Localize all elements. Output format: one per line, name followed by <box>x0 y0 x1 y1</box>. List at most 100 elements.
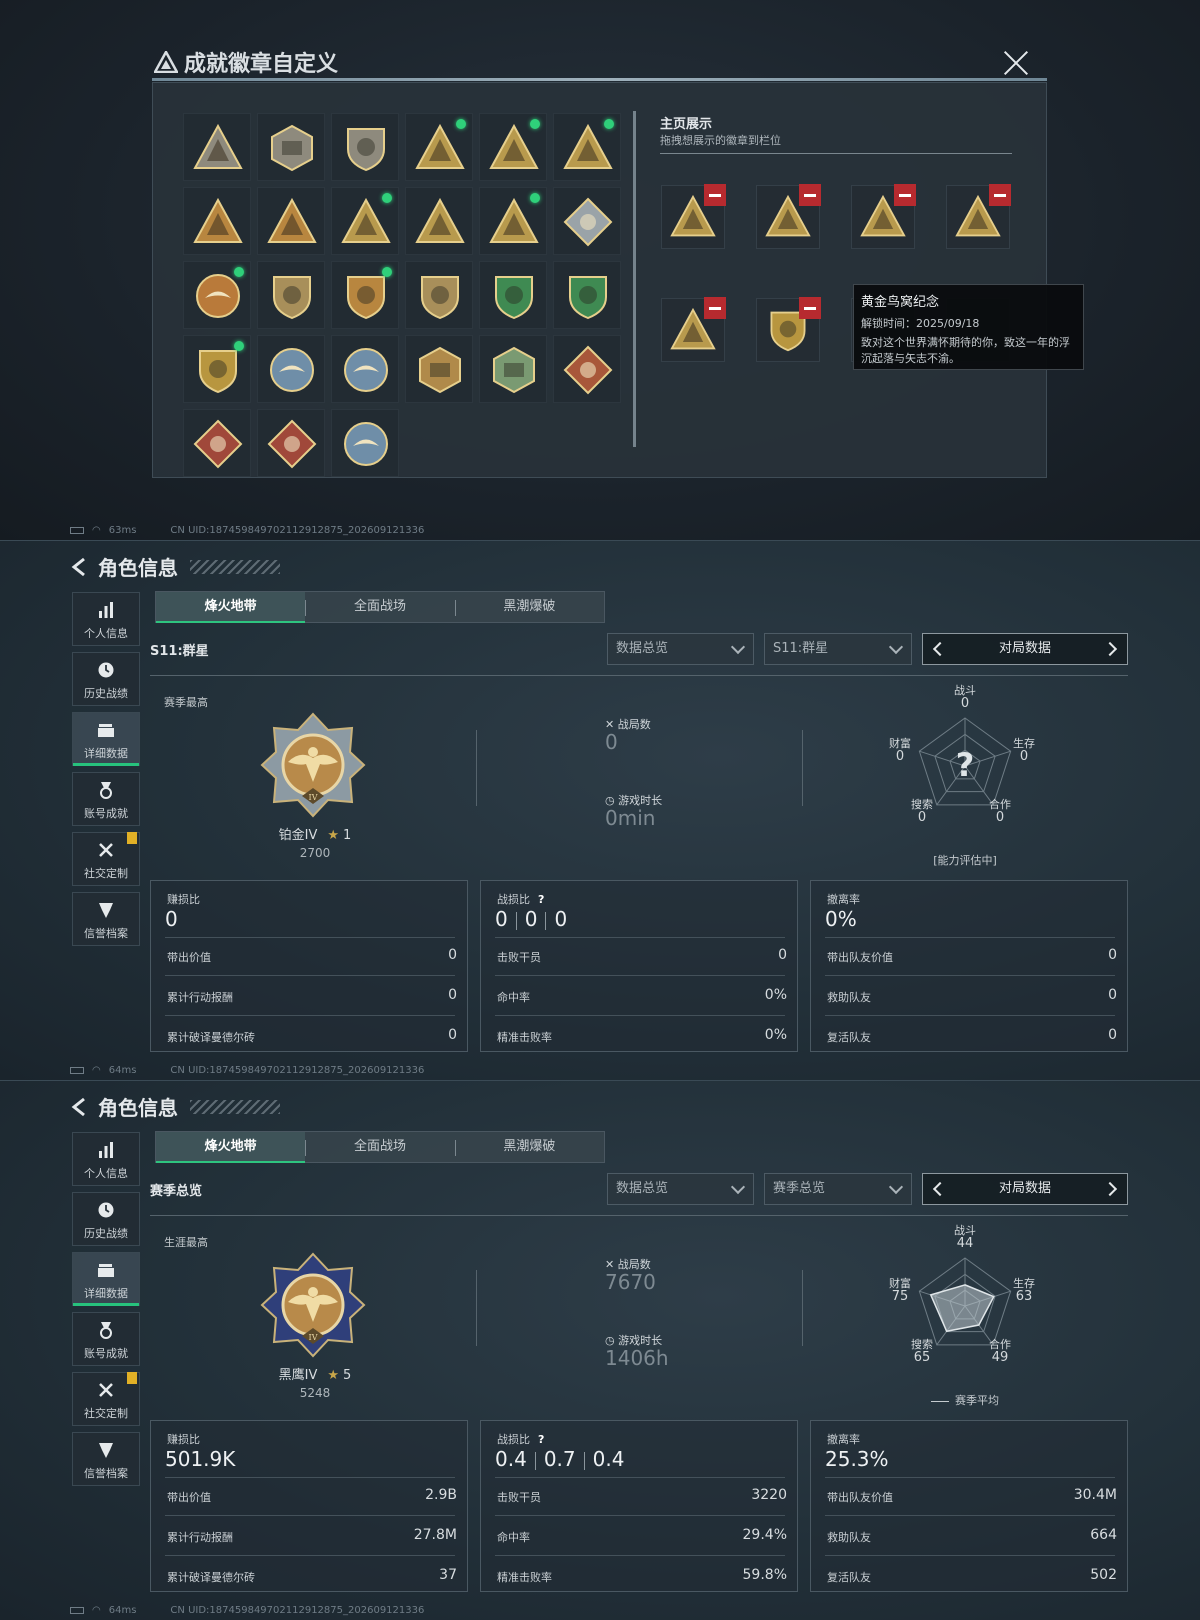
badge-cell[interactable] <box>405 261 473 329</box>
badge-cell[interactable] <box>479 187 547 255</box>
help-icon[interactable]: ? <box>538 1433 544 1446</box>
badge-cell[interactable] <box>183 187 251 255</box>
tab-full-battlefield[interactable]: 全面战场 <box>305 1132 454 1162</box>
remove-badge-button[interactable] <box>799 184 821 206</box>
badge-cell[interactable] <box>183 335 251 403</box>
page-title: 角色信息 <box>98 556 178 580</box>
remove-badge-button[interactable] <box>894 184 916 206</box>
triangle-emblem-icon <box>193 123 243 169</box>
badge-cell[interactable] <box>405 187 473 255</box>
sidebar-item-profile[interactable]: 个人信息 <box>72 592 140 646</box>
remove-badge-button[interactable] <box>799 297 821 319</box>
status-bar: ◠ 64ms CN UID:1874598497021129128​75_202… <box>70 1065 424 1076</box>
close-icon[interactable] <box>1003 50 1029 76</box>
stat-label: 击败干员 <box>497 1491 541 1504</box>
sidebar-item-credit[interactable]: 信誉档案 <box>72 892 140 946</box>
badge-cell[interactable] <box>331 187 399 255</box>
badge-cell[interactable] <box>183 261 251 329</box>
chevron-right-icon[interactable] <box>1102 1181 1118 1197</box>
badge-cell[interactable] <box>257 261 325 329</box>
badge-cell[interactable] <box>257 409 325 477</box>
badge-cell[interactable] <box>183 113 251 181</box>
kd-values: 0.4 0.7 0.4 <box>495 1447 624 1471</box>
card-title-text: 战损比 <box>497 1433 530 1446</box>
temple-badge-icon <box>415 123 465 169</box>
chevron-right-icon[interactable] <box>1102 641 1118 657</box>
sidebar-item-details[interactable]: 详细数据 <box>72 1252 140 1306</box>
data-scope-dropdown[interactable]: 数据总览 <box>607 633 754 665</box>
stat-label: 命中率 <box>497 1531 530 1544</box>
badge-cell[interactable] <box>479 113 547 181</box>
tab-hazard-zone[interactable]: 烽火地带 <box>156 1132 306 1163</box>
badge-cell[interactable] <box>257 187 325 255</box>
tab-black-tide[interactable]: 黑潮爆破 <box>454 1132 604 1162</box>
season-dropdown[interactable]: 赛季总览 <box>764 1173 912 1205</box>
sidebar-item-history[interactable]: 历史战绩 <box>72 652 140 706</box>
stat-row: 击败干员 3220 <box>497 1487 787 1505</box>
sidebar-item-label: 个人信息 <box>84 627 128 640</box>
chevron-left-icon[interactable] <box>932 641 948 657</box>
showcase-slot[interactable] <box>851 184 916 249</box>
rank-score: 5248 <box>299 1386 331 1400</box>
remove-badge-button[interactable] <box>704 184 726 206</box>
badge-cell[interactable] <box>331 409 399 477</box>
sidebar-item-label: 社交定制 <box>84 1407 128 1420</box>
back-arrow-icon[interactable] <box>70 557 90 577</box>
tab-full-battlefield[interactable]: 全面战场 <box>305 592 454 622</box>
badge-cell[interactable] <box>553 113 621 181</box>
sidebar-item-social[interactable]: 社交定制 <box>72 832 140 886</box>
sidebar-item-history[interactable]: 历史战绩 <box>72 1192 140 1246</box>
badge-cell[interactable] <box>479 335 547 403</box>
showcase-slot[interactable] <box>756 184 821 249</box>
dropdown-value: 赛季总览 <box>773 1181 826 1196</box>
showcase-hint: 拖拽想展示的徽章到栏位 <box>660 134 781 147</box>
badge-dialog: 成就徽章自定义 主页展示 拖拽想展示的徽章到栏位 黄金鸟窝纪念 解锁时间：202… <box>152 44 1084 478</box>
sidebar-item-achievements[interactable]: 账号成就 <box>72 1312 140 1366</box>
golden-nest-badge-icon <box>563 123 613 169</box>
badge-cell[interactable] <box>405 335 473 403</box>
sidebar-item-profile[interactable]: 个人信息 <box>72 1132 140 1186</box>
sidebar-item-credit[interactable]: 信誉档案 <box>72 1432 140 1486</box>
badge-cell[interactable] <box>331 261 399 329</box>
clock-icon <box>98 1202 114 1218</box>
sidebar-item-achievements[interactable]: 账号成就 <box>72 772 140 826</box>
row-divider <box>165 975 455 976</box>
remove-badge-button[interactable] <box>704 297 726 319</box>
radar-value: 0 <box>995 810 1005 825</box>
remove-badge-button[interactable] <box>989 184 1011 206</box>
badge-cell[interactable] <box>331 113 399 181</box>
badge-cell[interactable] <box>553 335 621 403</box>
tab-hazard-zone[interactable]: 烽火地带 <box>156 592 306 623</box>
data-scope-dropdown[interactable]: 数据总览 <box>607 1173 754 1205</box>
svg-text:IV: IV <box>309 793 318 802</box>
badge-cell[interactable] <box>553 261 621 329</box>
folder-icon <box>98 724 114 737</box>
badge-cell[interactable] <box>553 187 621 255</box>
sidebar-item-social[interactable]: 社交定制 <box>72 1372 140 1426</box>
chevron-left-icon[interactable] <box>932 1181 948 1197</box>
stat-value: 27.8M <box>413 1527 457 1543</box>
badge-cell[interactable] <box>257 335 325 403</box>
tab-black-tide[interactable]: 黑潮爆破 <box>454 592 604 622</box>
showcase-slot[interactable] <box>661 184 726 249</box>
badge-cell[interactable] <box>479 261 547 329</box>
showcase-slot[interactable] <box>661 297 726 362</box>
profit-card: 赚损比 0 带出价值 0 累计行动报酬 0 累计破译曼德尔砖 0 <box>150 880 468 1052</box>
data-page-switcher: 对局数据 <box>922 633 1128 665</box>
star-icon: ★ <box>327 1368 340 1383</box>
scrollbar[interactable] <box>633 111 636 447</box>
showcase-slot[interactable] <box>946 184 1011 249</box>
badge-cell[interactable] <box>331 335 399 403</box>
badge-cell[interactable] <box>257 113 325 181</box>
stat-label: 累计行动报酬 <box>167 1531 233 1544</box>
radar-note: 赛季平均 <box>880 1392 1050 1408</box>
battery-icon <box>70 1067 84 1074</box>
badge-cell[interactable] <box>183 409 251 477</box>
help-icon[interactable]: ? <box>538 893 544 906</box>
wifi-icon: ◠ <box>92 1605 101 1616</box>
season-dropdown[interactable]: S11:群星 <box>764 633 912 665</box>
sidebar-item-details[interactable]: 详细数据 <box>72 712 140 766</box>
showcase-slot[interactable] <box>756 297 821 362</box>
back-arrow-icon[interactable] <box>70 1097 90 1117</box>
badge-cell[interactable] <box>405 113 473 181</box>
